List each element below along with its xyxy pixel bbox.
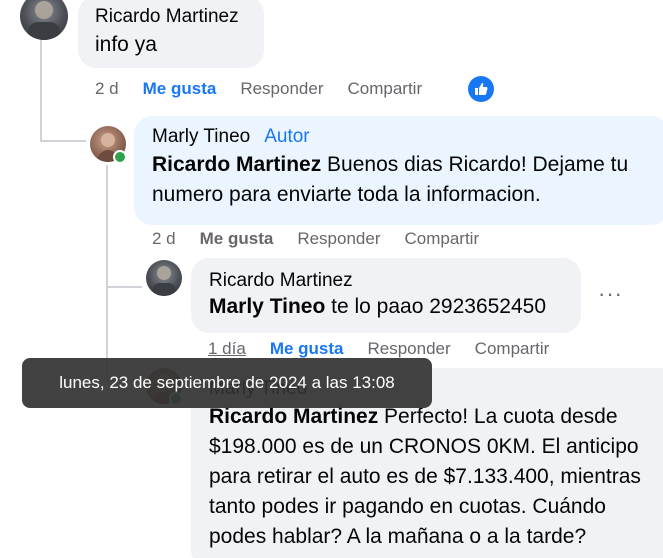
comment-text: Marly Tineo te lo paao 2923652450: [209, 292, 563, 322]
comment-bubble: Ricardo Martinez Marly Tineo te lo paao …: [191, 258, 581, 333]
avatar[interactable]: [20, 0, 68, 40]
share-button[interactable]: Compartir: [405, 229, 480, 249]
avatar-image: [152, 266, 176, 296]
comment-time[interactable]: 2 d: [95, 79, 119, 99]
comment-bubble: Ricardo Martinez info ya: [78, 0, 264, 68]
timestamp-tooltip: lunes, 23 de septiembre de 2024 a las 13…: [22, 358, 432, 408]
thread-line-main: [40, 40, 42, 142]
comment-text-line: tanto podes ir pagando en cuotas. Cuándo: [209, 495, 606, 518]
thread-line-main-curve: [40, 140, 86, 142]
like-button[interactable]: Me gusta: [270, 339, 344, 359]
comment-text-line: te lo paao 2923652450: [325, 295, 547, 318]
thread-line-nested: [106, 165, 108, 379]
comment-actions: 2 d Me gusta Responder Compartir: [152, 229, 503, 249]
like-button[interactable]: Me gusta: [200, 229, 274, 249]
comment-time[interactable]: 2 d: [152, 229, 176, 249]
comment-text: info ya: [95, 33, 157, 56]
more-options-button[interactable]: ···: [598, 281, 623, 307]
reply-button[interactable]: Responder: [297, 229, 380, 249]
comment-text-line: para retirar el auto es de $7.133.400, m…: [209, 465, 641, 488]
avatar[interactable]: [146, 260, 182, 296]
mention-link[interactable]: Marly Tineo: [209, 295, 325, 318]
comment-bubble: Marly Tineo Autor Ricardo Martinez Buenos…: [134, 116, 663, 225]
share-button[interactable]: Compartir: [475, 339, 550, 359]
like-reaction-badge[interactable]: [468, 76, 494, 102]
comment-thread: Ricardo Martinez info ya 2 d Me gusta Re…: [0, 0, 663, 558]
comment-author[interactable]: Marly Tineo: [152, 126, 250, 147]
author-badge: Autor: [264, 126, 310, 147]
comment-text-line: numero para enviarte toda la informacion…: [152, 183, 541, 206]
reply-button[interactable]: Responder: [240, 79, 323, 99]
reply-button[interactable]: Responder: [368, 339, 451, 359]
comment-text-line: Perfecto! La cuota desde: [378, 405, 618, 428]
comment-author[interactable]: Ricardo Martinez: [95, 6, 247, 28]
like-button[interactable]: Me gusta: [143, 79, 217, 99]
mention-link[interactable]: Ricardo Martinez: [152, 153, 321, 176]
comment-text: Ricardo Martinez Buenos dias Ricardo! De…: [152, 150, 651, 210]
share-button[interactable]: Compartir: [348, 79, 423, 99]
comment-text-line: Buenos dias Ricardo! Dejame tu: [321, 153, 629, 176]
comment-text-line: podes hablar? A la mañana o a la tarde?: [209, 525, 587, 548]
thumbs-up-icon: [475, 83, 488, 95]
online-status-dot: [113, 150, 127, 164]
comment-author-row: Marly Tineo Autor: [152, 126, 651, 148]
mention-link[interactable]: Ricardo Martinez: [209, 405, 378, 428]
comment-actions: 1 día Me gusta Responder Compartir: [208, 339, 573, 359]
comment-text: Ricardo Martinez Perfecto! La cuota desd…: [209, 402, 663, 552]
comment-text-line: $198.000 es de un CRONOS 0KM. El anticip…: [209, 435, 639, 458]
avatar-image: [28, 1, 60, 40]
thread-line-nested-curve: [106, 286, 142, 288]
comment-time[interactable]: 1 día: [208, 339, 246, 359]
comment-actions: 2 d Me gusta Responder Compartir: [95, 79, 446, 99]
comment-author[interactable]: Ricardo Martinez: [209, 270, 563, 292]
